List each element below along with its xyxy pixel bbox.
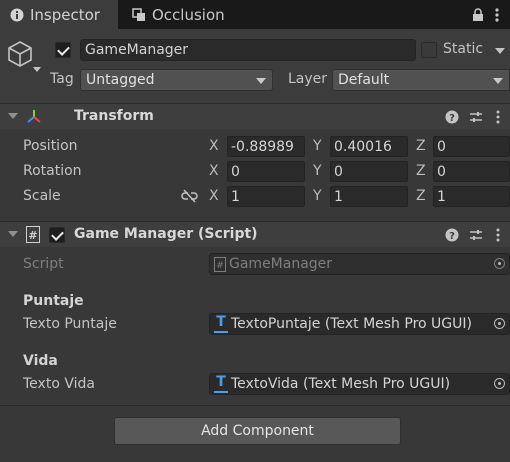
scale-z-field[interactable]: 1 — [433, 186, 510, 207]
position-x-field[interactable]: -0.88989 — [227, 136, 305, 157]
script-object-picker-icon — [494, 258, 505, 269]
position-z-field[interactable]: 0 — [433, 136, 510, 157]
constrain-proportions-icon[interactable] — [181, 189, 198, 203]
gameobject-name-value: GameManager — [85, 42, 189, 58]
svg-text:?: ? — [449, 231, 455, 242]
static-label: Static — [443, 41, 484, 57]
texto-puntaje-label: Texto Puntaje — [23, 316, 117, 332]
textmeshpro-icon: T — [214, 375, 228, 393]
rotation-z-field[interactable]: 0 — [433, 161, 510, 182]
position-x-axis[interactable]: X — [209, 138, 219, 154]
icon-dropdown-arrow[interactable] — [33, 67, 41, 72]
script-file-icon: # — [26, 226, 40, 243]
texto-vida-field[interactable]: T TextoVida (Text Mesh Pro UGUI) — [209, 373, 510, 395]
gameobject-cube-icon — [8, 41, 32, 67]
rotation-z-axis[interactable]: Z — [416, 163, 426, 179]
presets-icon[interactable] — [469, 228, 483, 242]
active-checkbox[interactable] — [55, 42, 71, 58]
texto-vida-value: TextoVida (Text Mesh Pro UGUI) — [231, 376, 451, 392]
transform-icon — [27, 110, 41, 123]
tab-inspector-label: Inspector — [30, 5, 100, 24]
layer-label: Layer — [288, 71, 328, 87]
scale-x-axis[interactable]: X — [209, 188, 219, 204]
rotation-x-axis[interactable]: X — [209, 163, 219, 179]
svg-text:?: ? — [449, 113, 455, 124]
static-checkbox[interactable] — [421, 42, 437, 58]
texto-puntaje-field[interactable]: T TextoPuntaje (Text Mesh Pro UGUI) — [209, 313, 510, 335]
tab-occlusion[interactable]: Occlusion — [126, 0, 256, 29]
help-icon[interactable]: ? — [445, 228, 459, 242]
gameobject-name-field[interactable]: GameManager — [80, 39, 416, 61]
script-foldout-caret[interactable] — [8, 231, 18, 237]
scale-x-field[interactable]: 1 — [227, 186, 305, 207]
position-z-axis[interactable]: Z — [416, 138, 426, 154]
svg-text:#: # — [216, 261, 224, 271]
transform-foldout-caret[interactable] — [8, 113, 18, 119]
tag-dropdown[interactable]: Untagged — [80, 69, 273, 91]
help-icon[interactable]: ? — [445, 110, 459, 124]
script-component-title: Game Manager (Script) — [74, 226, 258, 242]
texto-puntaje-value: TextoPuntaje (Text Mesh Pro UGUI) — [231, 316, 472, 332]
tag-label: Tag — [50, 71, 74, 87]
add-component-label: Add Component — [201, 423, 314, 439]
gameobject-header: GameManager Static Tag Untagged Layer De… — [0, 29, 510, 103]
script-component-header[interactable]: # Game Manager (Script) ? — [0, 221, 510, 247]
transform-header[interactable]: Transform ? — [0, 103, 510, 129]
script-enabled-checkmark — [51, 228, 64, 241]
static-dropdown-arrow[interactable] — [495, 48, 505, 54]
position-y-axis[interactable]: Y — [313, 138, 322, 154]
scale-y-axis[interactable]: Y — [313, 188, 322, 204]
add-component-button[interactable]: Add Component — [114, 417, 401, 445]
more-options-icon[interactable] — [495, 7, 499, 23]
texto-vida-object-picker-icon[interactable] — [494, 378, 505, 389]
svg-text:#: # — [28, 229, 37, 242]
script-value: GameManager — [229, 256, 333, 272]
lock-icon[interactable] — [472, 8, 484, 22]
tag-value: Untagged — [86, 72, 155, 88]
tab-bar: Inspector Occlusion — [0, 0, 510, 29]
vida-header: Vida — [23, 353, 58, 369]
scale-label: Scale — [23, 188, 61, 204]
script-asset-icon: # — [214, 256, 226, 272]
transform-title: Transform — [74, 108, 154, 124]
script-enabled-checkbox[interactable] — [49, 227, 65, 243]
rotation-x-field[interactable]: 0 — [227, 161, 305, 182]
section-divider — [0, 405, 510, 406]
info-icon — [10, 8, 24, 21]
texto-puntaje-object-picker-icon[interactable] — [494, 318, 505, 329]
component-menu-icon[interactable] — [496, 109, 500, 125]
layer-dropdown[interactable]: Default — [332, 69, 510, 91]
script-label: Script — [23, 256, 64, 272]
puntaje-header: Puntaje — [23, 293, 84, 309]
layer-value: Default — [338, 72, 390, 88]
active-checkmark — [57, 43, 70, 56]
tab-inspector[interactable]: Inspector — [0, 0, 118, 29]
textmeshpro-icon: T — [214, 315, 228, 333]
scale-y-field[interactable]: 1 — [330, 186, 408, 207]
position-label: Position — [23, 138, 78, 154]
rotation-y-axis[interactable]: Y — [313, 163, 322, 179]
component-menu-icon[interactable] — [496, 227, 500, 243]
script-field: # GameManager — [209, 253, 510, 275]
texto-vida-label: Texto Vida — [23, 376, 95, 392]
rotation-label: Rotation — [23, 163, 82, 179]
occlusion-icon — [132, 7, 145, 21]
scale-z-axis[interactable]: Z — [416, 188, 426, 204]
tab-occlusion-label: Occlusion — [152, 5, 225, 24]
tag-dropdown-arrow — [256, 78, 266, 84]
rotation-y-field[interactable]: 0 — [330, 161, 408, 182]
layer-dropdown-arrow — [493, 78, 503, 84]
position-y-field[interactable]: 0.40016 — [330, 136, 408, 157]
presets-icon[interactable] — [469, 110, 483, 124]
